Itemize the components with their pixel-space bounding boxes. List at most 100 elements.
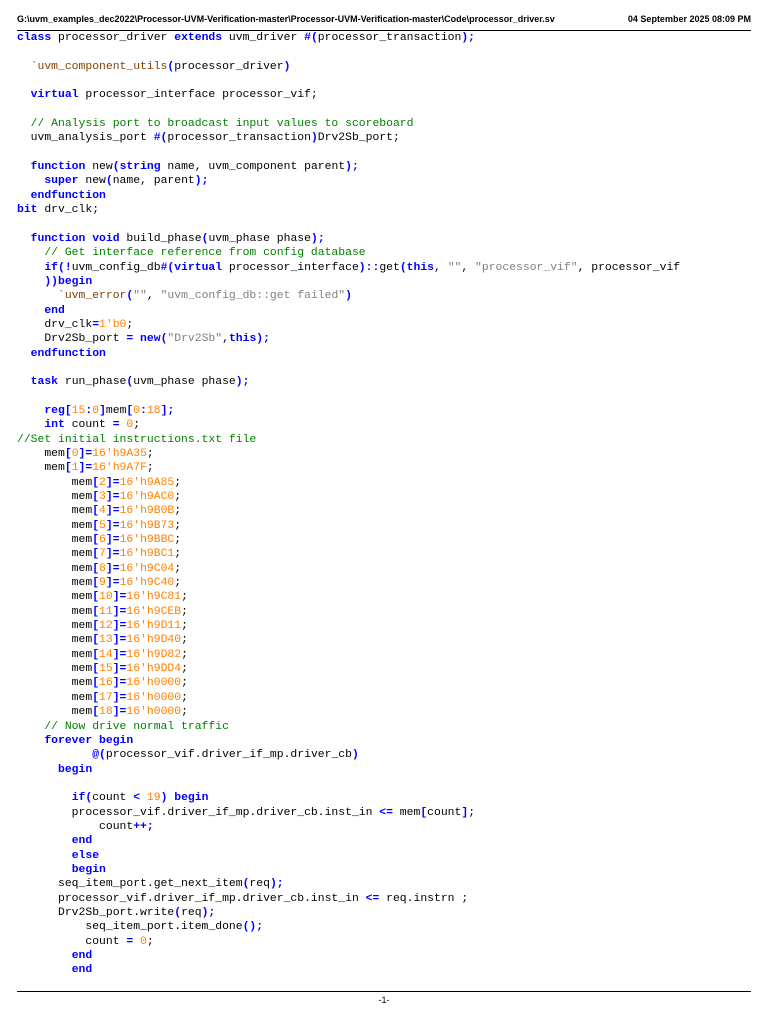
code-token: processor_vif.driver_if_mp.driver_cb.ins… [17,892,366,905]
code-token: req.instrn ; [386,892,469,905]
code-token: mem [17,605,93,618]
code-token: , processor_vif [577,261,681,274]
code-token: mem [17,519,93,532]
code-line: `uvm_component_utils(processor_driver) [17,60,757,74]
code-line: else [17,849,757,863]
code-token: ) [345,290,352,303]
page-header: G:\uvm_examples_dec2022\Processor-UVM-Ve… [17,14,751,28]
code-token: ]= [112,706,127,719]
code-line: mem[9]=16'h9C40; [17,576,757,590]
code-line: end [17,304,757,318]
code-line: mem[8]=16'h9C04; [17,562,757,576]
code-token: 0 [140,935,147,948]
code-token: 12 [99,620,113,633]
code-line: virtual processor_interface processor_vi… [17,88,757,102]
code-token: ]= [105,548,120,561]
code-line: mem[13]=16'h9D40; [17,633,757,647]
code-line: Drv2Sb_port.write(req); [17,906,757,920]
code-token: ); [345,161,359,174]
code-token: 16'h9B73 [119,519,175,532]
code-token: mem [17,620,93,633]
code-token: ) [310,132,318,145]
code-token: , [146,290,161,303]
code-token: mem [399,806,421,819]
code-line: mem[0]=16'h9A35; [17,447,757,461]
code-line: mem[11]=16'h9CEB; [17,605,757,619]
code-token: ( [399,261,407,274]
code-token: , [461,261,476,274]
code-token: 5 [99,519,106,532]
code-token: mem [17,634,93,647]
code-token: ( [112,161,120,174]
code-token: #( [304,32,318,44]
code-token: seq_item_port.item_done [17,921,243,934]
code-token: ; [181,677,188,690]
footer-divider [17,991,751,992]
page-number: -1- [378,995,390,1005]
code-line: function new(string name, uvm_component … [17,160,757,174]
code-token: uvm_phase phase [133,376,236,389]
code-token: = [126,935,141,948]
code-line: uvm_analysis_port #(processor_transactio… [17,131,757,145]
code-token: get [379,261,400,274]
code-token: ); [235,376,250,389]
code-token: "processor_vif" [475,261,578,274]
code-token: ; [468,806,476,819]
code-line: mem[2]=16'h9A85; [17,476,757,490]
code-token: task [30,376,65,389]
code-token: extends [174,32,229,44]
code-token: 2 [99,476,106,489]
code-token: mem [17,648,93,661]
code-token: ]= [78,447,93,460]
code-token: begin [58,763,93,776]
code-token: // Get interface reference from config d… [44,247,366,260]
code-token: 16'h9B0B [119,505,175,518]
code-token: 0 [71,447,79,460]
code-token: < [133,792,147,805]
code-token: ; [181,706,188,719]
code-token: end [71,950,93,962]
code-token: mem [17,462,65,475]
code-token: processor_interface processor_vif; [85,89,318,102]
code-line: end [17,834,757,848]
printed-date: 04 September 2025 08:09 PM [627,14,751,24]
code-line: task run_phase(uvm_phase phase); [17,375,757,389]
code-line: @(processor_vif.driver_if_mp.driver_cb) [17,748,757,762]
code-token: mem [17,663,93,676]
code-token: count [71,419,113,432]
code-token: = [112,419,127,432]
code-token: virtual [30,89,86,102]
code-line: begin [17,863,757,877]
code-token: end [44,304,65,317]
code-token: #( [160,261,175,274]
code-token: count [92,792,134,805]
code-line: end [17,963,757,977]
code-token: count [17,935,127,948]
code-token: [ [64,462,72,475]
code-token: bit [17,204,45,217]
code-token: reg [44,404,65,417]
code-token: mem [17,677,93,690]
code-token: mem [17,548,93,561]
code-token: : [140,404,147,417]
code-token: mem [17,706,93,719]
code-token: 7 [99,548,106,561]
code-token: // Now drive normal traffic [44,720,229,733]
code-token: super [44,175,86,188]
code-line: mem[5]=16'h9B73; [17,519,757,533]
code-line: // Analysis port to broadcast input valu… [17,117,757,131]
code-token: ; [174,476,182,489]
code-token: ; [174,505,182,518]
code-token: mem [17,476,93,489]
code-token: uvm_phase phase [208,232,311,245]
code-token: <= [379,806,400,819]
code-line: Drv2Sb_port = new("Drv2Sb",this); [17,332,757,346]
